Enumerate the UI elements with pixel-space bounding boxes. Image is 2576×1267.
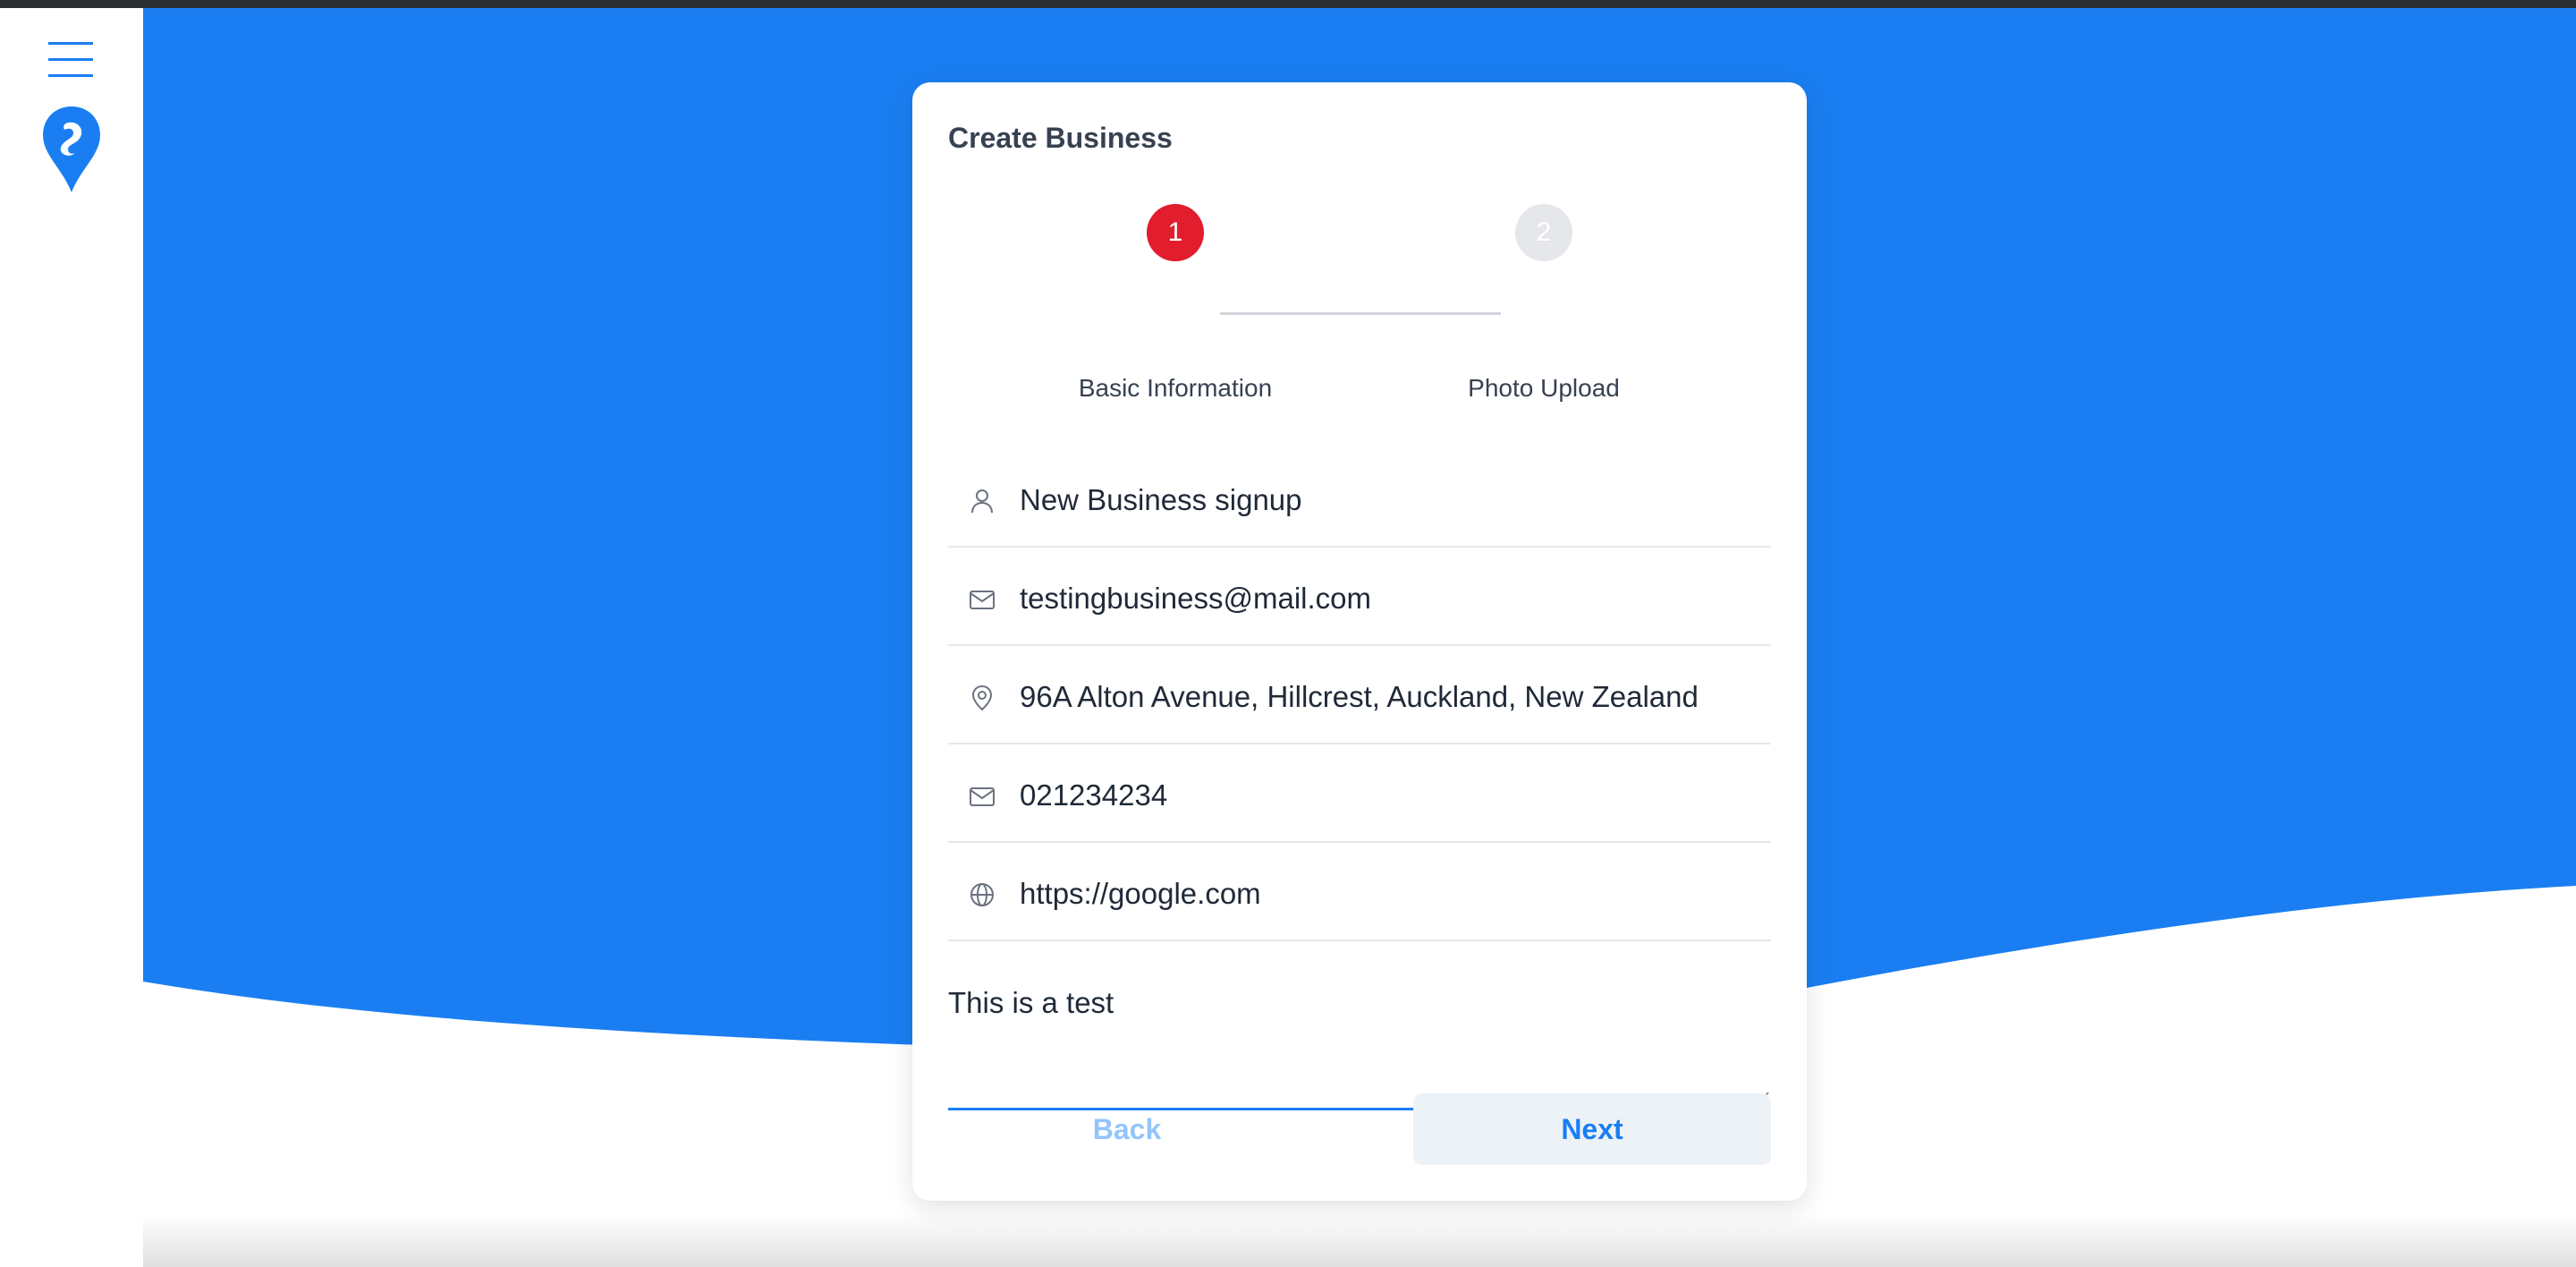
business-name-field[interactable]: New Business signup: [948, 449, 1771, 548]
card-title: Create Business: [948, 122, 1173, 154]
address-field[interactable]: 96A Alton Avenue, Hillcrest, Auckland, N…: [948, 646, 1771, 744]
website-value[interactable]: https://google.com: [1020, 877, 1753, 911]
stepper-connector-line: [1220, 312, 1501, 315]
step-2-label: Photo Upload: [1468, 374, 1620, 402]
mail-icon: [968, 782, 996, 811]
next-button[interactable]: Next: [1413, 1093, 1771, 1165]
phone-field[interactable]: 021234234: [948, 744, 1771, 843]
location-pin-icon: [968, 684, 996, 712]
globe-icon: [968, 880, 996, 909]
business-name-value[interactable]: New Business signup: [1020, 483, 1753, 517]
create-business-card: Create Business 1 2 Basic Information Ph…: [912, 82, 1807, 1201]
email-value[interactable]: testingbusiness@mail.com: [1020, 582, 1753, 616]
description-value[interactable]: This is a test: [948, 986, 1114, 1020]
user-icon: [968, 487, 996, 515]
hamburger-menu-icon[interactable]: [48, 40, 93, 80]
step-1-label: Basic Information: [1078, 374, 1273, 402]
bottom-shadow: [143, 1213, 2576, 1267]
address-value[interactable]: 96A Alton Avenue, Hillcrest, Auckland, N…: [1020, 680, 1753, 714]
back-button[interactable]: Back: [948, 1093, 1306, 1165]
window-top-bar: [0, 0, 2576, 8]
map-pin-logo-icon[interactable]: [41, 105, 102, 194]
step-2-indicator[interactable]: 2: [1515, 204, 1572, 261]
website-field[interactable]: https://google.com: [948, 843, 1771, 941]
step-1-indicator[interactable]: 1: [1147, 204, 1204, 261]
sidebar: [0, 8, 143, 1267]
mail-icon: [968, 585, 996, 614]
email-field[interactable]: testingbusiness@mail.com: [948, 548, 1771, 646]
phone-value[interactable]: 021234234: [1020, 778, 1753, 812]
description-textarea[interactable]: This is a test: [948, 956, 1771, 1110]
